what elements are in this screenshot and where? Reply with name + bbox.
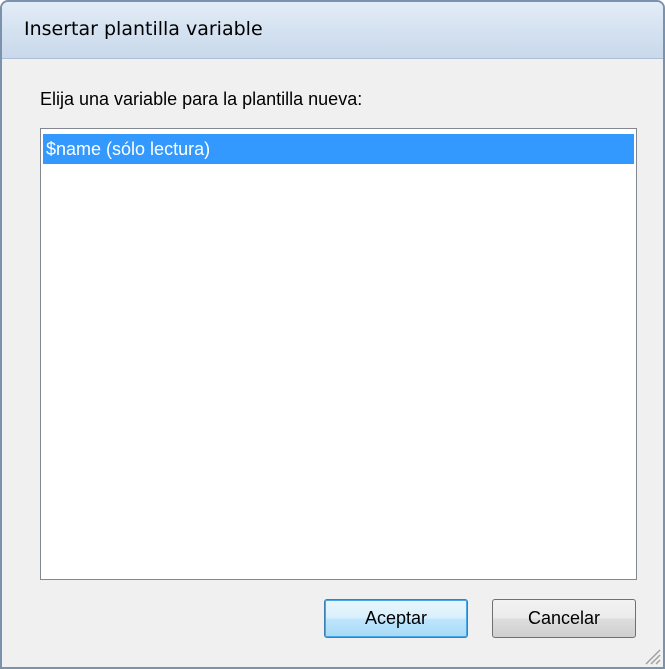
- accept-button[interactable]: Aceptar: [324, 599, 468, 638]
- cancel-button[interactable]: Cancelar: [492, 599, 636, 638]
- dialog-window: Insertar plantilla variable Elija una va…: [0, 0, 665, 669]
- variable-listbox[interactable]: $name (sólo lectura): [40, 128, 637, 580]
- dialog-title: Insertar plantilla variable: [24, 18, 263, 40]
- title-bar[interactable]: Insertar plantilla variable: [2, 2, 663, 59]
- resize-grip-icon[interactable]: [641, 645, 661, 665]
- list-item-name-variable[interactable]: $name (sólo lectura): [43, 134, 634, 164]
- dialog-content: Elija una variable para la plantilla nue…: [2, 59, 663, 667]
- prompt-label: Elija una variable para la plantilla nue…: [40, 89, 363, 109]
